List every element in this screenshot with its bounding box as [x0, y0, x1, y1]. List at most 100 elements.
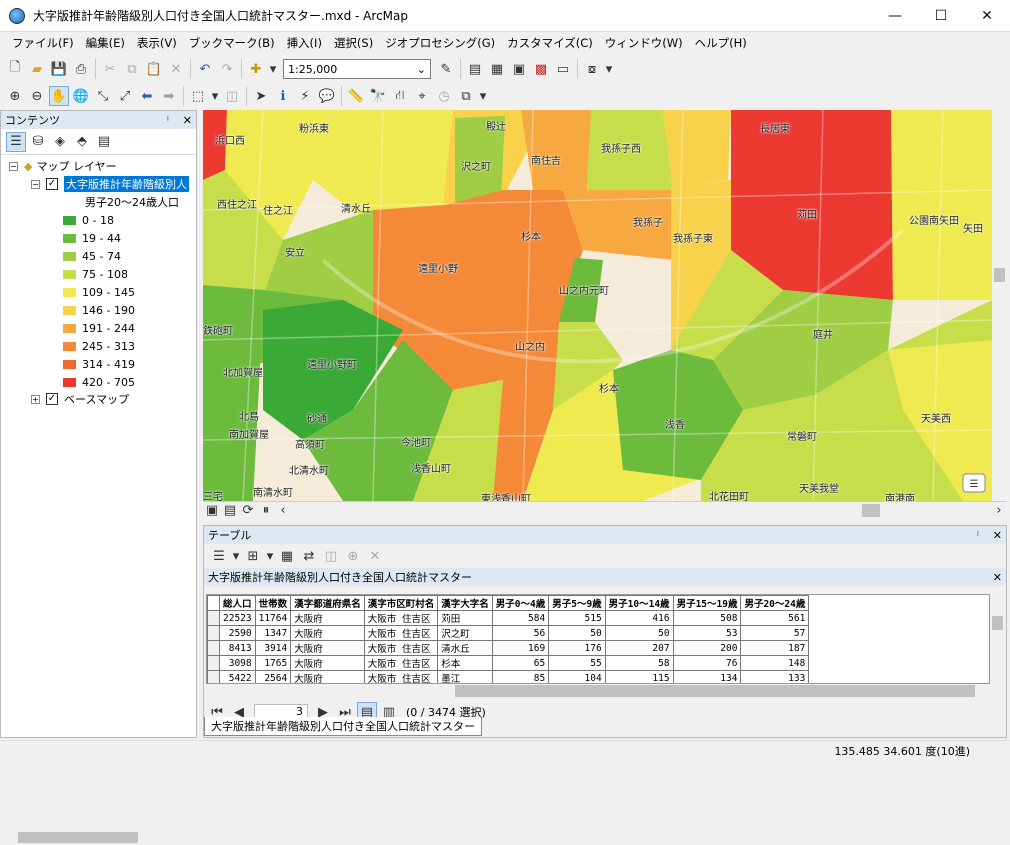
table-row[interactable]: 5422 2564 大阪府 大阪市 住吉区 墨江 85 104 115 134 133: [207, 670, 810, 683]
menu-bookmarks[interactable]: ブックマーク(B): [183, 35, 281, 51]
delete-icon[interactable]: ✕: [166, 59, 186, 79]
scroll-right-icon[interactable]: ›: [992, 503, 1006, 518]
legend-class-row[interactable]: 0 - 18: [63, 211, 114, 229]
clear-table-selection-icon[interactable]: ◫: [321, 546, 341, 566]
new-document-icon[interactable]: 🗋: [5, 59, 25, 79]
find-route-icon[interactable]: ⛙: [390, 86, 410, 106]
table-options-dropdown-icon[interactable]: ▾: [231, 546, 241, 566]
toolbar-overflow-2-icon[interactable]: ▾: [478, 86, 488, 106]
table-row[interactable]: 22523 11764 大阪府 大阪市 住吉区 苅田 584 515 416 508 561: [207, 610, 810, 626]
column-header[interactable]: 男子5～9歳: [548, 595, 606, 611]
map-horizontal-scrollbar[interactable]: [295, 503, 987, 517]
collapse-icon[interactable]: −: [31, 179, 40, 189]
minimize-button[interactable]: —: [872, 0, 918, 32]
legend-class-row[interactable]: 109 - 145: [63, 283, 135, 301]
table-row[interactable]: 8413 3914 大阪府 大阪市 住吉区 清水丘 169 176 207 200 187: [207, 640, 810, 656]
cut-icon[interactable]: ✂: [100, 59, 120, 79]
search-window-icon[interactable]: ▣: [509, 59, 529, 79]
save-icon[interactable]: 💾: [49, 59, 69, 79]
html-popup-icon[interactable]: 💬: [317, 86, 337, 106]
list-by-source-icon[interactable]: ⛁: [28, 132, 48, 152]
grid-vertical-scrollbar[interactable]: [990, 594, 1005, 684]
layout-view-icon[interactable]: ▤: [222, 503, 238, 518]
legend-class-row[interactable]: 314 - 419: [63, 355, 135, 373]
layer-name[interactable]: 大字版推計年齢階級別人: [64, 176, 189, 192]
time-slider-icon[interactable]: ◷: [434, 86, 454, 106]
pin-icon[interactable]: ᛌ: [975, 529, 982, 542]
pan-icon[interactable]: ✋: [49, 86, 69, 106]
zoom-in-icon[interactable]: ⊕: [5, 86, 25, 106]
map-view[interactable]: ☰ 浜口西 粉浜東 殿辻 長居東 南住吉 我孫子西 沢之町 西住之江 住之江 清水丘 我孫子 苅田 公園…: [203, 110, 992, 501]
toc-horizontal-scrollbar[interactable]: [2, 830, 197, 845]
toc-options-icon[interactable]: ▤: [94, 132, 114, 152]
measure-icon[interactable]: 📏: [346, 86, 366, 106]
select-by-attributes-icon[interactable]: ▦: [277, 546, 297, 566]
row-selector[interactable]: [207, 655, 220, 671]
menu-selection[interactable]: 選択(S): [328, 35, 379, 51]
list-by-visibility-icon[interactable]: ◈: [50, 132, 70, 152]
map-vertical-scrollbar[interactable]: [992, 110, 1007, 501]
zoom-to-selected-icon[interactable]: ⊕: [343, 546, 363, 566]
maximize-button[interactable]: ☐: [918, 0, 964, 32]
hyperlink-icon[interactable]: ⚡: [295, 86, 315, 106]
catalog-icon[interactable]: ▦: [487, 59, 507, 79]
redo-icon[interactable]: ↷: [217, 59, 237, 79]
menu-help[interactable]: ヘルプ(H): [689, 35, 753, 51]
toolbar-overflow-icon[interactable]: ▾: [604, 59, 614, 79]
data-view-icon[interactable]: ▣: [204, 503, 220, 518]
menu-file[interactable]: ファイル(F): [6, 35, 80, 51]
legend-class-row[interactable]: 245 - 313: [63, 337, 135, 355]
list-by-drawing-order-icon[interactable]: ☰: [6, 131, 26, 152]
forward-extent-icon[interactable]: ➡: [159, 86, 179, 106]
python-window-icon[interactable]: ▭: [553, 59, 573, 79]
row-selector[interactable]: [207, 610, 220, 626]
table-row[interactable]: 2590 1347 大阪府 大阪市 住吉区 沢之町 56 50 50 53 57: [207, 625, 810, 641]
switch-selection-icon[interactable]: ⇄: [299, 546, 319, 566]
editor-toolbar-icon[interactable]: ✎: [436, 59, 456, 79]
grid-horizontal-scrollbar[interactable]: [206, 684, 990, 698]
tree-row-layer[interactable]: − ✓ 大字版推計年齢階級別人: [31, 175, 189, 193]
legend-class-row[interactable]: 75 - 108: [63, 265, 128, 283]
row-selector-header[interactable]: [207, 595, 220, 611]
select-elements-icon[interactable]: ➤: [251, 86, 271, 106]
menu-geoprocessing[interactable]: ジオプロセシング(G): [379, 35, 501, 51]
table-options-icon[interactable]: ☰: [209, 546, 229, 566]
column-header[interactable]: 男子10～14歳: [604, 595, 674, 611]
toc-close-icon[interactable]: ✕: [183, 114, 192, 127]
scroll-left-icon[interactable]: ‹: [276, 503, 290, 518]
column-header[interactable]: 総人口: [219, 595, 256, 611]
legend-class-row[interactable]: 420 - 705: [63, 373, 135, 391]
zoom-out-icon[interactable]: ⊖: [27, 86, 47, 106]
legend-class-row[interactable]: 19 - 44: [63, 229, 121, 247]
column-header[interactable]: 漢字市区町村名: [363, 595, 439, 611]
column-header[interactable]: 男子20～24歳: [740, 595, 810, 611]
go-to-xy-icon[interactable]: ⌖: [412, 86, 432, 106]
legend-class-row[interactable]: 146 - 190: [63, 301, 135, 319]
table-close-icon[interactable]: ✕: [993, 529, 1002, 542]
model-builder-icon[interactable]: ⧇: [582, 59, 602, 79]
undo-icon[interactable]: ↶: [195, 59, 215, 79]
related-tables-icon[interactable]: ⊞: [243, 546, 263, 566]
row-selector[interactable]: [207, 625, 220, 641]
refresh-icon[interactable]: ⟳: [240, 503, 256, 518]
basemap-visibility-checkbox[interactable]: ✓: [46, 393, 58, 405]
table-row[interactable]: 3098 1765 大阪府 大阪市 住吉区 杉本 65 55 58 76 148: [207, 655, 810, 671]
find-icon[interactable]: 🔭: [368, 86, 388, 106]
table-of-contents-icon[interactable]: ▤: [465, 59, 485, 79]
legend-class-row[interactable]: 191 - 244: [63, 319, 135, 337]
table-tab[interactable]: 大字版推計年齢階級別人口付き全国人口統計マスター: [204, 717, 482, 736]
arctoolbox-icon[interactable]: ▩: [531, 59, 551, 79]
menu-edit[interactable]: 編集(E): [80, 35, 131, 51]
column-header[interactable]: 男子0～4歳: [491, 595, 550, 611]
row-selector[interactable]: [207, 640, 220, 656]
column-header[interactable]: 漢字大字名: [437, 595, 493, 611]
layer-visibility-checkbox[interactable]: ✓: [46, 178, 58, 190]
column-header[interactable]: 世帯数: [254, 595, 292, 611]
add-data-icon[interactable]: ✚: [246, 59, 266, 79]
select-features-icon[interactable]: ⬚: [188, 86, 208, 106]
fixed-zoom-out-icon[interactable]: ⤢: [115, 86, 135, 106]
menu-view[interactable]: 表示(V): [131, 35, 183, 51]
row-selector[interactable]: [207, 670, 220, 683]
menu-insert[interactable]: 挿入(I): [281, 35, 328, 51]
related-tables-dropdown-icon[interactable]: ▾: [265, 546, 275, 566]
